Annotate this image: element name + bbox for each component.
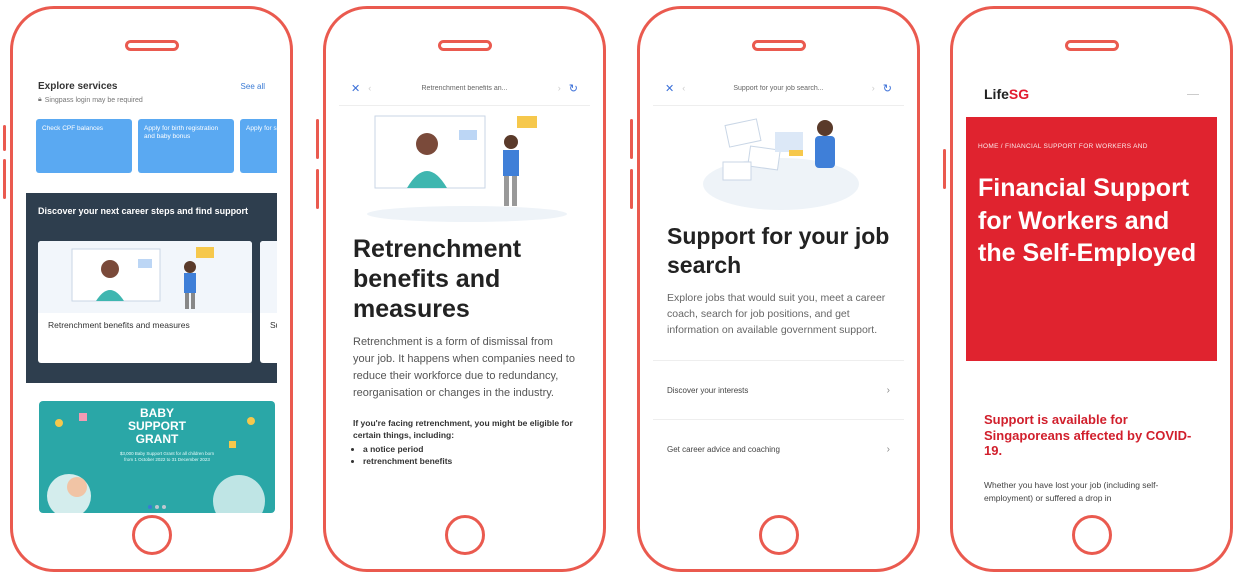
screen: Explore services See all 🔒︎ Singpass log… bbox=[26, 71, 277, 523]
side-button bbox=[316, 119, 319, 159]
screen: ✕ ‹ Support for your job search... › ↻ S… bbox=[653, 71, 904, 523]
service-tile[interactable]: Apply for birth registration and baby bo… bbox=[138, 119, 234, 173]
career-section-title: Discover your next career steps and find… bbox=[38, 206, 249, 216]
career-cards: Retrenchment benefits and measures Sup bbox=[38, 241, 277, 363]
service-tiles: Check CPF balances Apply for birth regis… bbox=[26, 119, 277, 173]
article-bold-text: If you're facing retrenchment, you might… bbox=[353, 418, 573, 441]
home-button bbox=[1071, 515, 1112, 555]
chevron-right-icon: › bbox=[886, 443, 890, 455]
lifesg-logo[interactable]: LifeSG bbox=[984, 86, 1029, 102]
browser-bar: ✕ ‹ Retrenchment benefits an... › ↻ bbox=[339, 71, 590, 106]
menu-icon[interactable] bbox=[1187, 93, 1199, 95]
hero-illustration bbox=[653, 106, 904, 218]
side-button bbox=[630, 169, 633, 209]
career-card-illustration bbox=[260, 241, 277, 313]
browser-title: Support for your job search... bbox=[733, 84, 824, 92]
breadcrumb[interactable]: HOME / FINANCIAL SUPPORT FOR WORKERS AND bbox=[978, 143, 1205, 150]
phone-mockup-1: Explore services See all 🔒︎ Singpass log… bbox=[3, 6, 293, 572]
link-career-advice[interactable]: Get career advice and coaching › bbox=[653, 419, 904, 478]
career-section: Discover your next career steps and find… bbox=[26, 193, 277, 383]
singpass-note-text: Singpass login may be required bbox=[44, 96, 143, 104]
page-description: Explore jobs that would suit you, meet a… bbox=[667, 291, 886, 337]
phone-mockup-4: LifeSG HOME / FINANCIAL SUPPORT FOR WORK… bbox=[943, 6, 1233, 572]
home-button bbox=[131, 515, 172, 555]
speaker bbox=[124, 40, 179, 51]
chevron-right-icon: › bbox=[886, 384, 890, 396]
career-card[interactable]: Sup bbox=[260, 241, 277, 363]
screen: LifeSG HOME / FINANCIAL SUPPORT FOR WORK… bbox=[966, 71, 1217, 523]
article-title: Retrenchment benefits and measures bbox=[353, 235, 522, 323]
baby-support-grant-banner[interactable]: BABY SUPPORT GRANT $3,000 Baby Support G… bbox=[39, 401, 275, 513]
career-card[interactable]: Retrenchment benefits and measures bbox=[38, 241, 252, 363]
see-all-link[interactable]: See all bbox=[241, 82, 265, 91]
list-item: retrenchment benefits bbox=[363, 456, 576, 468]
side-button bbox=[316, 169, 319, 209]
section-heading: Support is available for Singaporeans af… bbox=[984, 412, 1192, 459]
explore-services-header: Explore services See all 🔒︎ Singpass log… bbox=[26, 71, 277, 115]
forward-icon[interactable]: › bbox=[558, 83, 561, 93]
service-tile[interactable]: Apply for services bbox=[240, 119, 277, 173]
career-card-label: Retrenchment benefits and measures bbox=[48, 320, 190, 330]
service-tile[interactable]: Check CPF balances bbox=[36, 119, 132, 173]
link-label: Discover your interests bbox=[667, 385, 749, 395]
carousel-dot[interactable] bbox=[155, 505, 159, 509]
home-button bbox=[444, 515, 485, 555]
career-card-illustration bbox=[38, 241, 252, 313]
carousel-dots bbox=[148, 505, 166, 509]
screen: ✕ ‹ Retrenchment benefits an... › ↻ Retr… bbox=[339, 71, 590, 523]
article-list: a notice period retrenchment benefits bbox=[339, 444, 590, 468]
forward-icon[interactable]: › bbox=[872, 83, 875, 93]
back-icon[interactable]: ‹ bbox=[368, 83, 371, 93]
speaker bbox=[437, 40, 492, 51]
side-button bbox=[3, 125, 6, 151]
page-title: Support for your job search bbox=[667, 223, 890, 278]
banner-title: BABY SUPPORT GRANT bbox=[127, 406, 186, 447]
side-button bbox=[630, 119, 633, 159]
explore-services-title: Explore services bbox=[38, 81, 118, 92]
phone-mockup-2: ✕ ‹ Retrenchment benefits an... › ↻ Retr… bbox=[316, 6, 606, 572]
lock-icon: 🔒︎ bbox=[38, 96, 42, 103]
close-icon[interactable]: ✕ bbox=[665, 82, 674, 95]
section-body: Whether you have lost your job (includin… bbox=[984, 479, 1159, 503]
side-button bbox=[943, 149, 946, 189]
phone-mockup-3: ✕ ‹ Support for your job search... › ↻ S… bbox=[630, 6, 920, 572]
link-label: Get career advice and coaching bbox=[667, 444, 780, 454]
refresh-icon[interactable]: ↻ bbox=[883, 82, 892, 95]
browser-title: Retrenchment benefits an... bbox=[421, 84, 508, 92]
career-card-label: Sup bbox=[270, 320, 277, 330]
side-button bbox=[3, 159, 6, 199]
back-icon[interactable]: ‹ bbox=[682, 83, 685, 93]
refresh-icon[interactable]: ↻ bbox=[569, 82, 578, 95]
carousel-dot[interactable] bbox=[162, 505, 166, 509]
hero-banner: HOME / FINANCIAL SUPPORT FOR WORKERS AND… bbox=[966, 117, 1217, 361]
carousel-dot[interactable] bbox=[148, 505, 152, 509]
list-item: a notice period bbox=[363, 444, 576, 456]
banner-subtext: $3,000 Baby Support Grant for all childr… bbox=[119, 451, 215, 463]
singpass-note: 🔒︎ Singpass login may be required bbox=[38, 96, 265, 104]
speaker bbox=[1064, 40, 1119, 51]
article-body: Retrenchment is a form of dismissal from… bbox=[353, 336, 575, 400]
close-icon[interactable]: ✕ bbox=[351, 82, 360, 95]
hero-illustration bbox=[339, 106, 590, 226]
site-header: LifeSG bbox=[966, 71, 1217, 117]
speaker bbox=[751, 40, 806, 51]
home-button bbox=[758, 515, 799, 555]
page-title: Financial Support for Workers and the Se… bbox=[978, 174, 1197, 267]
browser-bar: ✕ ‹ Support for your job search... › ↻ bbox=[653, 71, 904, 106]
link-discover-interests[interactable]: Discover your interests › bbox=[653, 360, 904, 419]
